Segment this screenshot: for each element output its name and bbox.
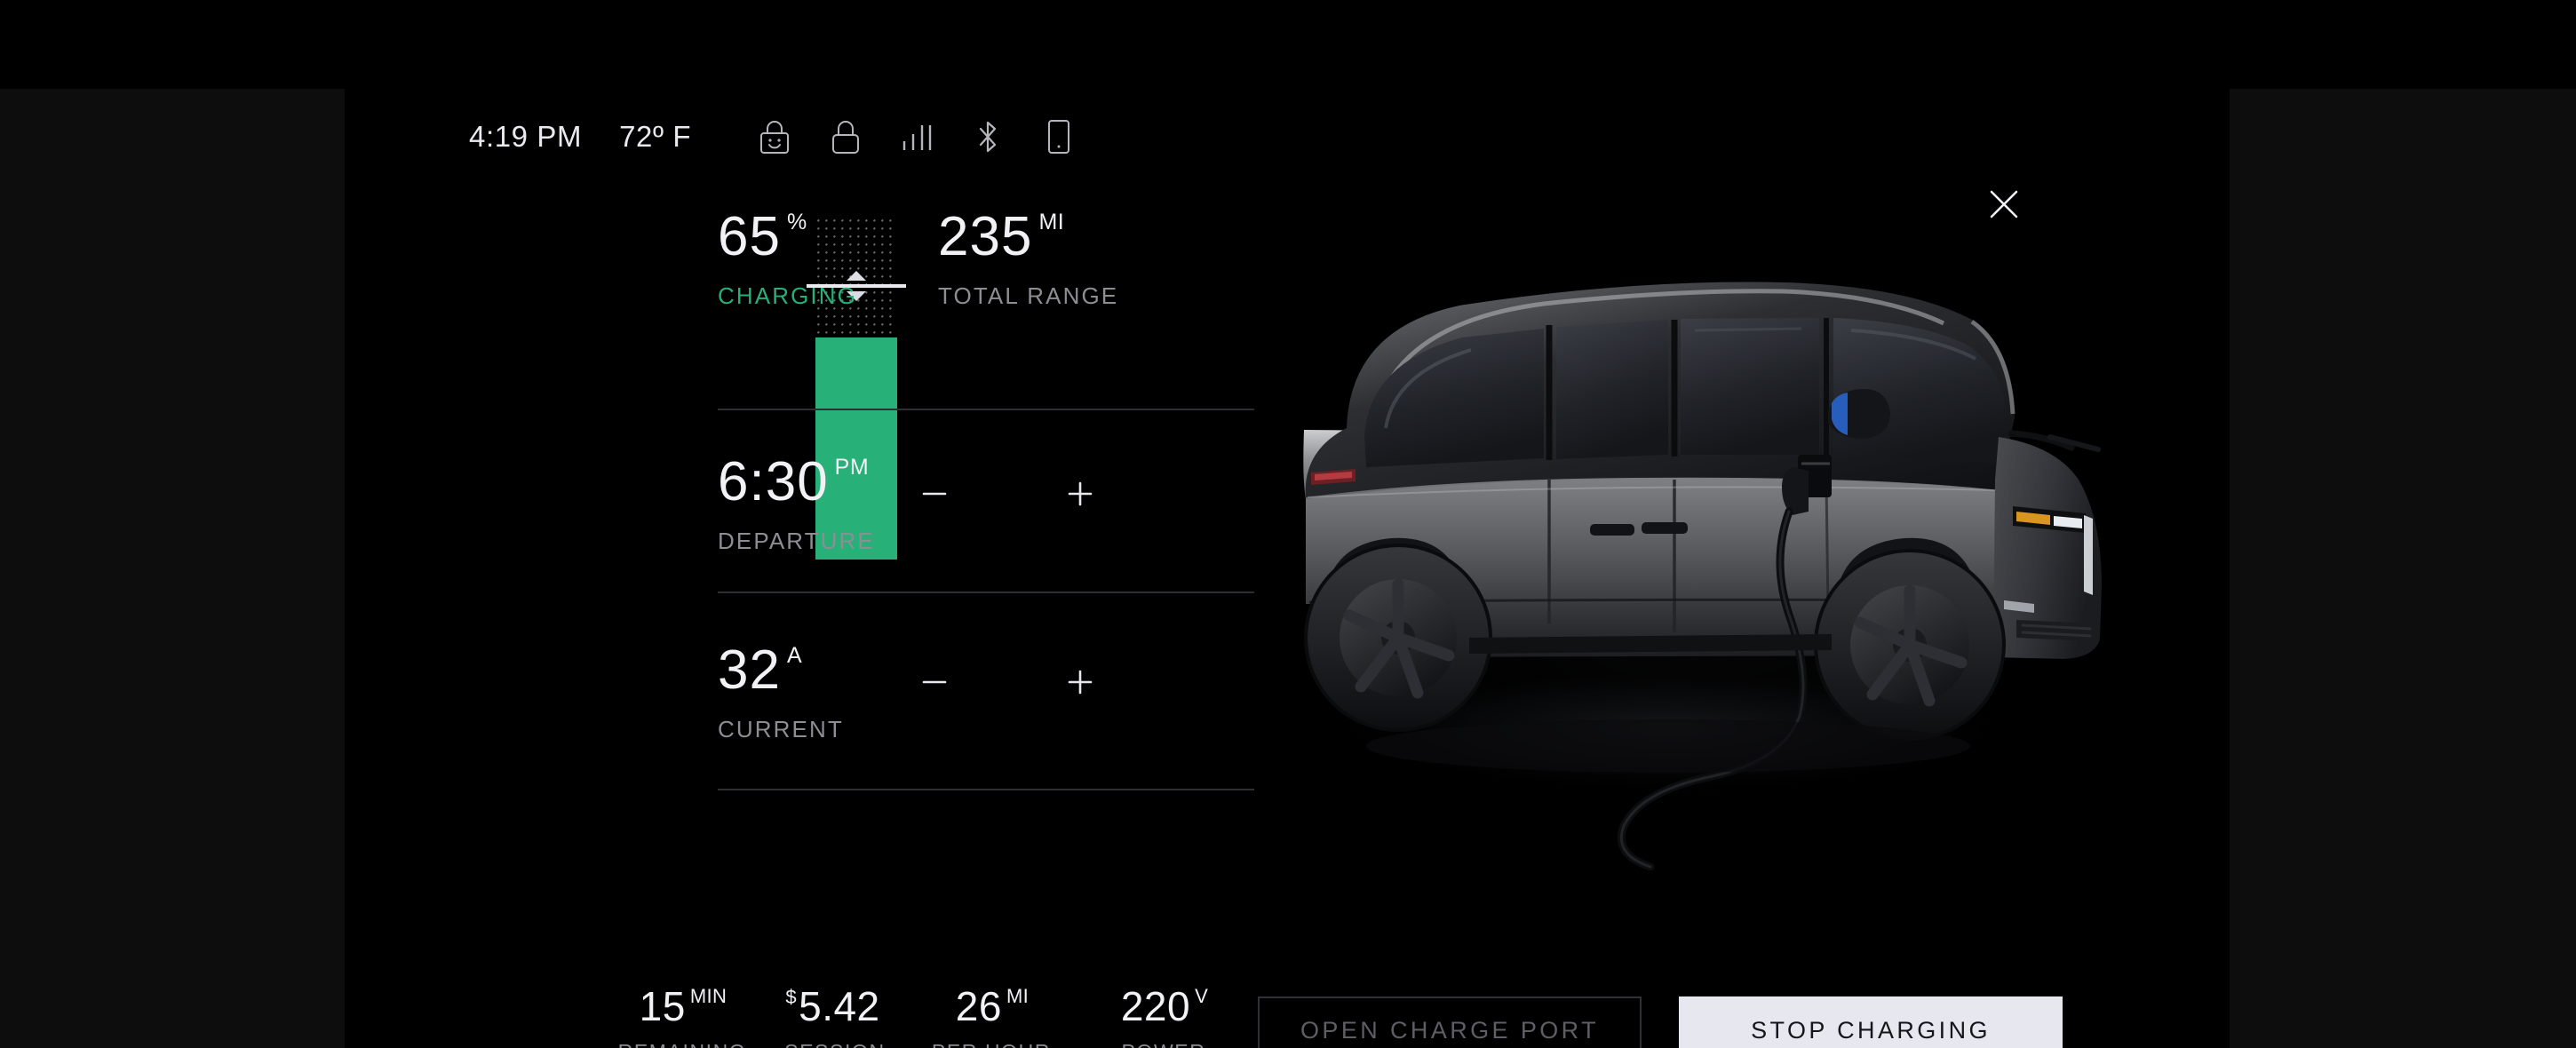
charge-percent-unit: %	[786, 210, 807, 234]
departure-row: 6:30 PM DEPARTURE	[718, 455, 1254, 555]
right-letterbox-band	[2230, 89, 2576, 1048]
stat-remaining-value-group: 15 MIN	[602, 986, 762, 1027]
current-increase-button[interactable]	[1055, 657, 1105, 707]
stat-per-hour-value: 26	[955, 983, 1002, 1029]
stat-per-hour-unit: MI	[1006, 985, 1030, 1007]
divider-after-charge	[718, 409, 1254, 410]
current-value-group: 32 A	[718, 643, 844, 698]
current-metric: 32 A CURRENT	[718, 643, 844, 743]
phone-icon	[1038, 115, 1080, 158]
stat-power-value-group: 220 V	[1093, 986, 1235, 1027]
close-button[interactable]	[1972, 172, 2036, 236]
charging-screen: 4:19 PM 72º F 65 % CHARGING 235 MI TOTAL…	[0, 0, 2576, 1048]
departure-unit: PM	[834, 455, 870, 480]
departure-label: DEPARTURE	[718, 528, 875, 554]
stat-power-unit: V	[1195, 985, 1209, 1007]
current-value: 32	[718, 639, 781, 701]
total-range-unit: MI	[1038, 210, 1065, 234]
stat-session: $ 5.42 SESSION	[755, 986, 915, 1048]
current-row: 32 A CURRENT	[718, 643, 1254, 743]
departure-decrease-button[interactable]	[910, 469, 959, 519]
charge-percent-value-group: 65 %	[718, 210, 938, 265]
stat-per-hour: 26 MI PER HOUR	[902, 986, 1080, 1048]
total-range-value: 235	[938, 206, 1033, 267]
current-unit: A	[786, 643, 803, 668]
stat-session-label: SESSION	[755, 1040, 915, 1048]
charge-status-label: CHARGING	[718, 282, 857, 309]
vehicle-illustration	[1251, 213, 2139, 924]
departure-value-group: 6:30 PM	[718, 455, 875, 510]
status-time: 4:19 PM	[469, 120, 583, 153]
bluetooth-icon	[966, 115, 1009, 158]
status-bar: 4:19 PM 72º F	[469, 114, 1109, 160]
current-decrease-button[interactable]	[910, 657, 959, 707]
stat-session-value: 5.42	[799, 983, 880, 1029]
cellular-signal-icon	[895, 115, 938, 158]
stat-power-value: 220	[1120, 983, 1191, 1029]
stat-per-hour-label: PER HOUR	[902, 1040, 1080, 1048]
status-temperature: 72º F	[619, 120, 692, 153]
stat-remaining-value: 15	[639, 983, 686, 1029]
charge-percent-metric: 65 % CHARGING	[718, 210, 938, 310]
lock-icon[interactable]	[824, 115, 867, 158]
charge-percent-value: 65	[718, 206, 781, 267]
stat-session-prefix: $	[785, 986, 798, 1008]
left-letterbox-band	[0, 89, 345, 1048]
stat-power-label: POWER	[1093, 1040, 1235, 1048]
divider-after-departure	[718, 591, 1254, 593]
departure-metric: 6:30 PM DEPARTURE	[718, 455, 875, 555]
departure-value: 6:30	[718, 451, 829, 512]
stat-remaining-label: REMAINING	[602, 1040, 762, 1048]
open-charge-port-button[interactable]: OPEN CHARGE PORT	[1258, 996, 1642, 1048]
current-label: CURRENT	[718, 716, 844, 742]
departure-increase-button[interactable]	[1055, 469, 1105, 519]
face-lock-icon[interactable]	[753, 115, 796, 158]
total-range-value-group: 235 MI	[938, 210, 1118, 265]
stat-remaining-unit: MIN	[689, 985, 727, 1007]
stat-power: 220 V POWER	[1093, 986, 1235, 1048]
action-buttons: OPEN CHARGE PORT STOP CHARGING	[1258, 996, 2063, 1048]
charge-summary-row: 65 % CHARGING 235 MI TOTAL RANGE	[718, 210, 1254, 310]
stop-charging-button[interactable]: STOP CHARGING	[1679, 996, 2063, 1048]
stat-per-hour-value-group: 26 MI	[902, 986, 1080, 1027]
charging-panel: 4:19 PM 72º F 65 % CHARGING 235 MI TOTAL…	[345, 89, 2230, 1048]
stat-session-value-group: $ 5.42	[755, 986, 915, 1027]
total-range-label: TOTAL RANGE	[938, 282, 1119, 309]
divider-after-current	[718, 789, 1254, 790]
stat-remaining: 15 MIN REMAINING	[602, 986, 762, 1048]
total-range-metric: 235 MI TOTAL RANGE	[938, 210, 1118, 310]
